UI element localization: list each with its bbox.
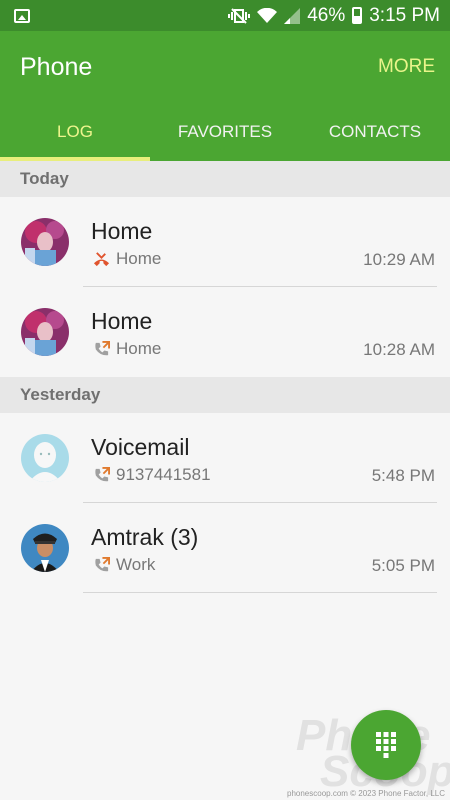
photo-avatar	[21, 308, 69, 356]
call-time: 10:28 AM	[363, 340, 435, 359]
call-detail: Home	[93, 249, 161, 269]
call-detail: Work	[93, 555, 155, 575]
outgoing-call-icon	[95, 466, 110, 481]
call-detail-label: Work	[116, 555, 156, 574]
status-bar: 46% 3:15 PM	[0, 0, 450, 31]
page-title: Phone	[20, 53, 93, 81]
call-detail: 9137441581	[93, 465, 211, 485]
call-time: 5:48 PM	[371, 466, 435, 485]
call-detail-label: Home	[116, 249, 162, 268]
vibrate-icon	[228, 7, 251, 24]
contact-name: Home	[91, 218, 153, 244]
list-item[interactable]: Amtrak (3) Work 5:05 PM	[0, 503, 450, 593]
wifi-icon	[257, 7, 278, 23]
tab-log[interactable]: LOG	[0, 111, 150, 161]
call-time: 10:29 AM	[363, 250, 435, 269]
default-person-avatar	[21, 434, 69, 482]
call-log-list: Today Home Home 10:29 AM Home Home 10:28…	[0, 161, 450, 593]
call-detail-label: Home	[116, 339, 162, 358]
outgoing-call-icon	[95, 556, 110, 571]
list-item[interactable]: Home Home 10:28 AM	[0, 287, 450, 377]
photo-avatar	[21, 218, 69, 266]
section-header-yesterday: Yesterday	[0, 377, 450, 413]
contact-name: Amtrak (3)	[91, 524, 199, 550]
dialpad-button[interactable]	[351, 710, 421, 780]
battery-icon	[352, 7, 363, 24]
contact-name: Home	[91, 308, 153, 334]
contact-name: Voicemail	[91, 434, 190, 460]
clock: 3:15 PM	[369, 4, 440, 26]
tab-bar: LOG FAVORITES CONTACTS	[0, 111, 450, 161]
list-item[interactable]: Home Home 10:29 AM	[0, 197, 450, 287]
battery-percent: 46%	[307, 4, 346, 26]
tab-contacts[interactable]: CONTACTS	[300, 111, 450, 161]
image-icon	[14, 8, 30, 23]
signal-icon	[284, 7, 301, 24]
call-detail: Home	[93, 339, 161, 359]
divider	[83, 592, 437, 593]
call-detail-label: 9137441581	[116, 465, 211, 484]
more-button[interactable]: MORE	[378, 56, 435, 78]
section-header-today: Today	[0, 161, 450, 197]
credit: phonescoop.com © 2023 Phone Factor, LLC	[287, 789, 445, 798]
app-bar: Phone MORE LOG FAVORITES CONTACTS	[0, 31, 450, 161]
call-time: 5:05 PM	[371, 556, 435, 575]
outgoing-call-icon	[95, 340, 110, 355]
tab-favorites[interactable]: FAVORITES	[150, 111, 300, 161]
list-item[interactable]: Voicemail 9137441581 5:48 PM	[0, 413, 450, 503]
dialpad-icon	[376, 732, 396, 758]
conductor-avatar	[21, 524, 69, 572]
missed-call-icon	[93, 251, 110, 266]
